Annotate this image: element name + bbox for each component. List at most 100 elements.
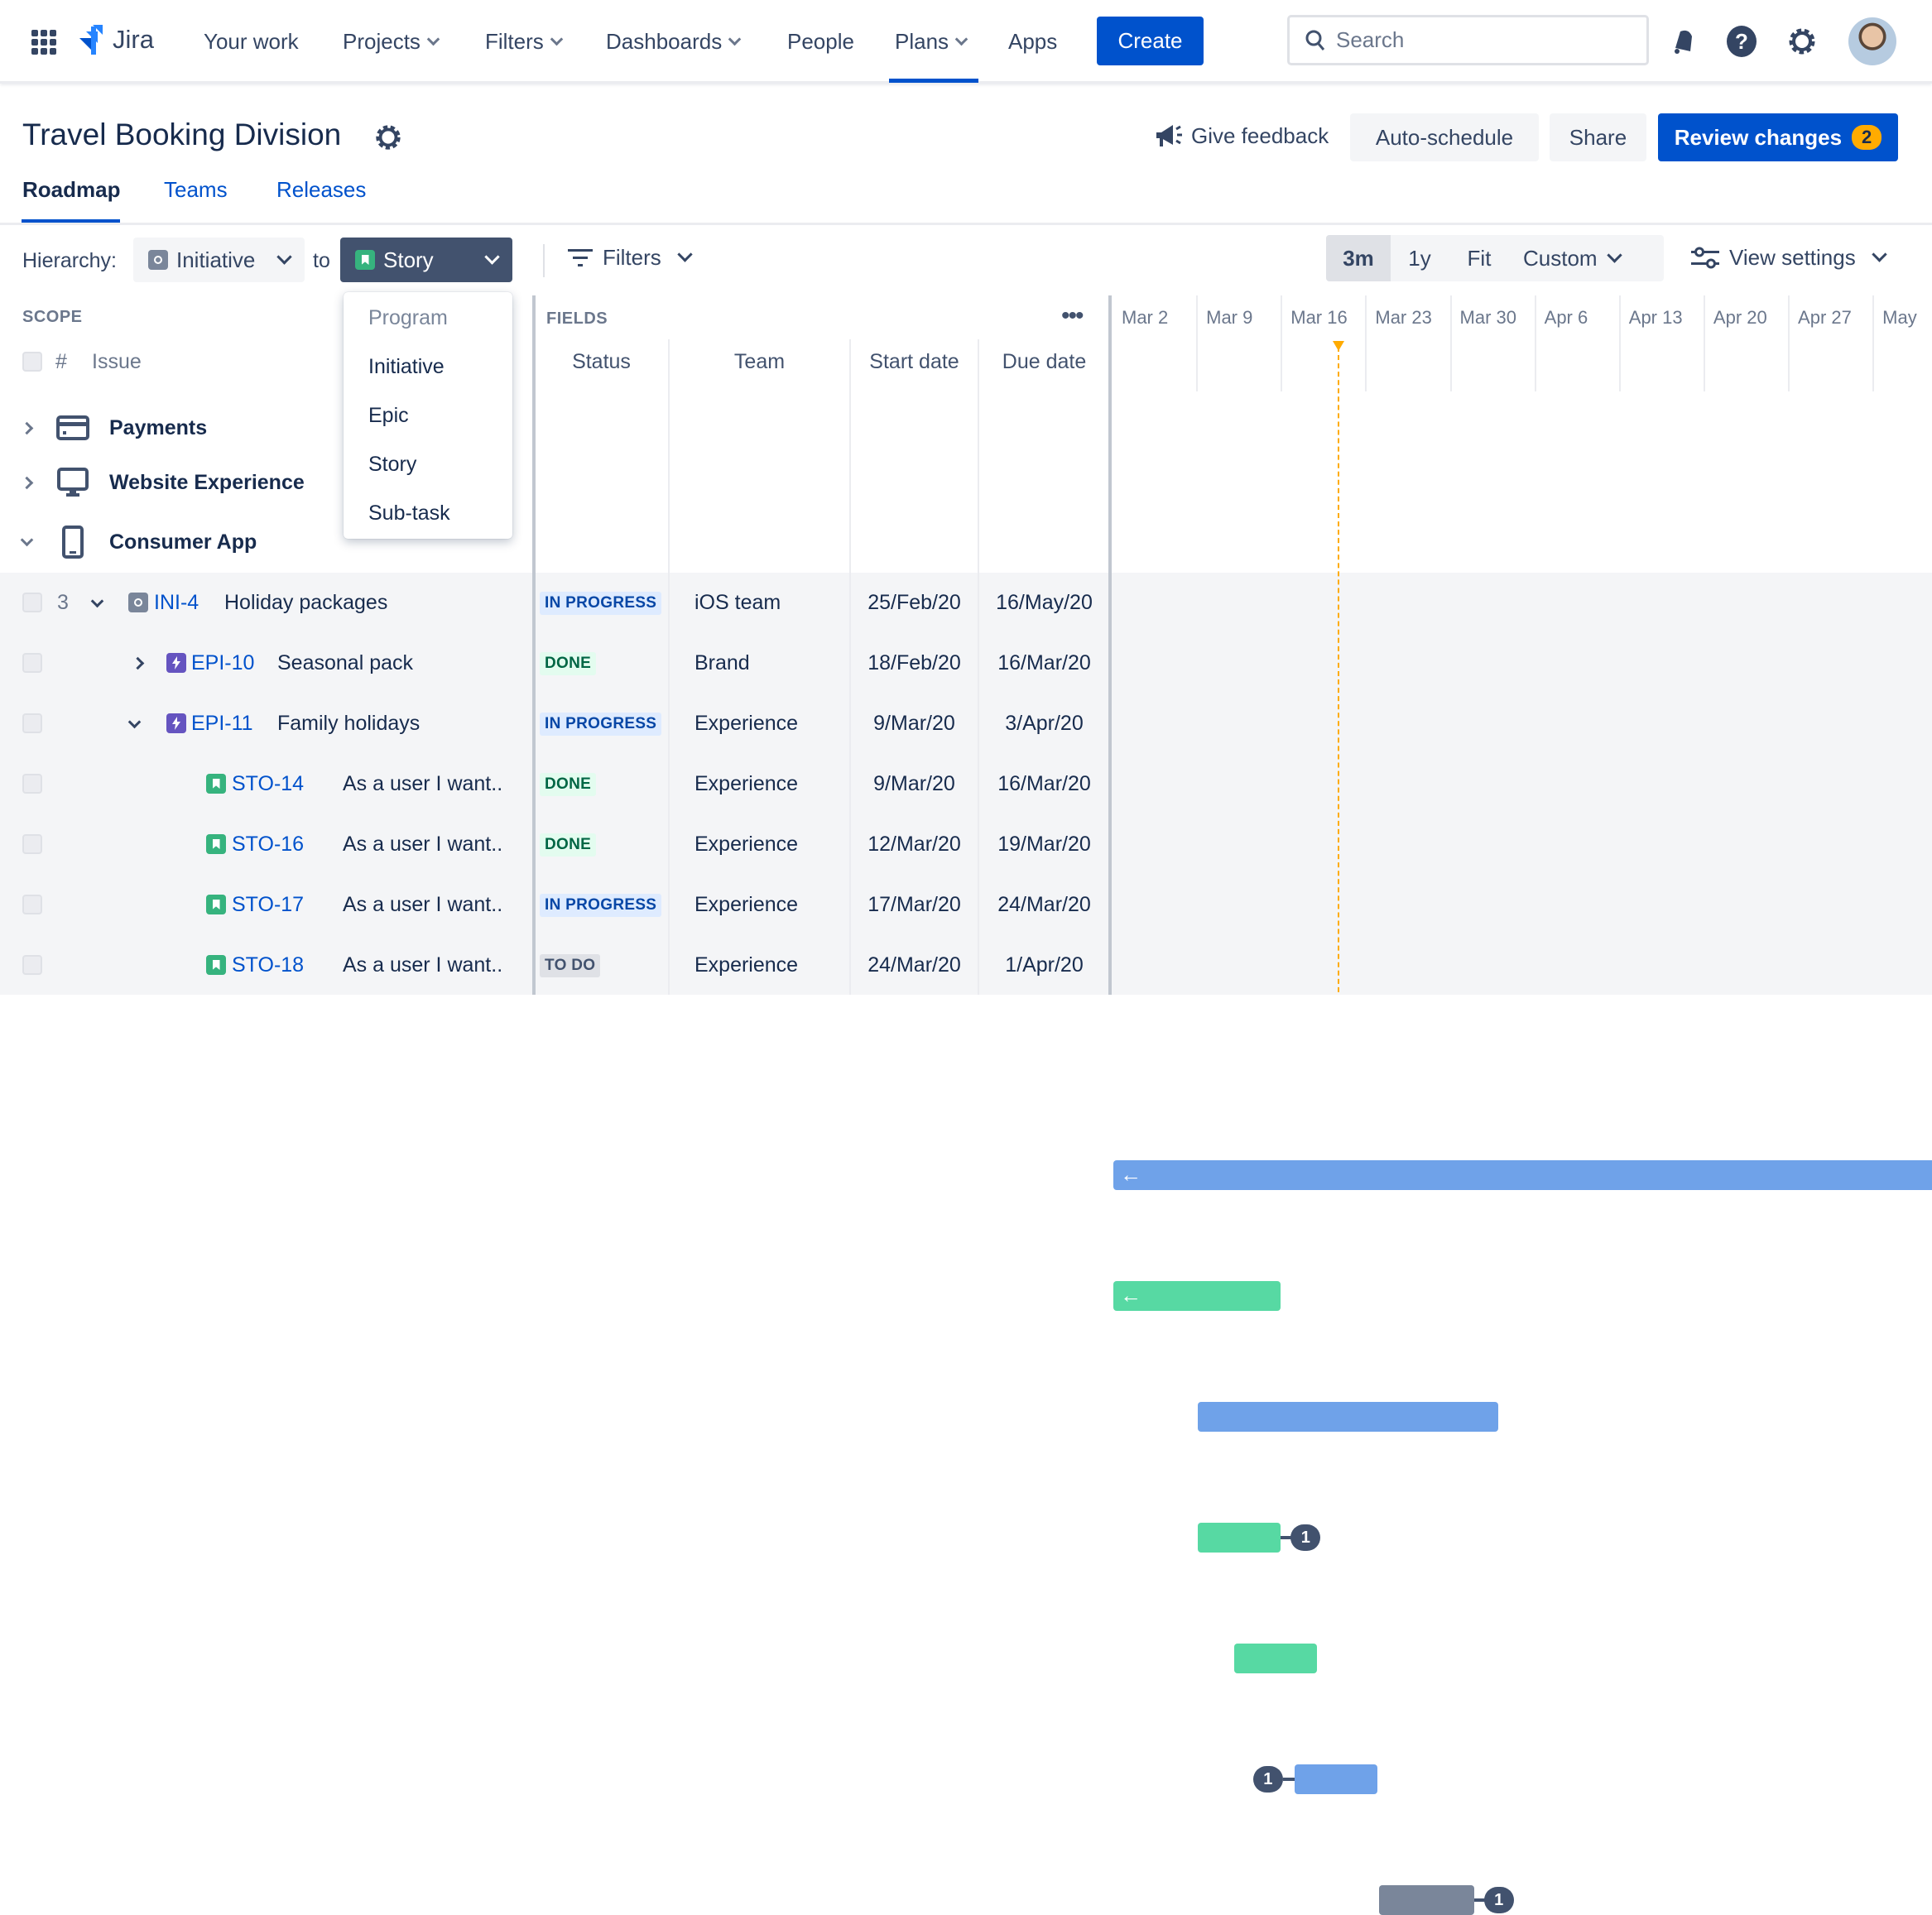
hierarchy-to-select[interactable]: Story <box>340 238 512 282</box>
tab-teams[interactable]: Teams <box>164 177 228 203</box>
filters-button[interactable]: Filters <box>568 245 693 271</box>
row-checkbox[interactable] <box>22 593 42 612</box>
table-row[interactable]: STO-16 As a user I want.. DONE Experience 12… <box>0 814 1932 1673</box>
issue-key-link[interactable]: EPI-10 <box>191 633 254 694</box>
tab-roadmap[interactable]: Roadmap <box>22 177 120 203</box>
dependency-badge[interactable]: 1 <box>1483 1887 1514 1913</box>
issue-column-header: Issue <box>92 350 142 373</box>
group-consumer-app[interactable]: Consumer App <box>20 526 257 559</box>
group-label: Payments <box>109 415 208 439</box>
dependency-badge[interactable]: 1 <box>1252 1766 1283 1793</box>
hierarchy-from-value: Initiative <box>176 247 256 272</box>
week-gridline <box>1196 295 1199 391</box>
chevron-right-icon[interactable] <box>131 656 145 670</box>
timeline-bar[interactable] <box>1233 1644 1318 1673</box>
help-icon[interactable]: ? <box>1726 25 1757 58</box>
issue-key-link[interactable]: STO-18 <box>232 935 304 996</box>
table-row[interactable]: STO-17 As a user I want.. IN PROGRESS Exper… <box>0 875 1932 1794</box>
issue-key-link[interactable]: STO-17 <box>232 875 304 935</box>
create-button[interactable]: Create <box>1097 17 1204 65</box>
timeline-bar[interactable]: ← <box>1113 1281 1281 1311</box>
avatar[interactable] <box>1848 17 1896 65</box>
start-date-cell: 24/Mar/20 <box>867 953 961 977</box>
jira-logo[interactable]: Jira <box>76 23 154 56</box>
row-checkbox[interactable] <box>22 774 42 794</box>
tab-releases[interactable]: Releases <box>276 177 366 203</box>
nav-label: Apps <box>1008 28 1058 54</box>
issue-key-link[interactable]: STO-16 <box>232 814 304 875</box>
search-input[interactable]: Search <box>1287 15 1649 65</box>
nav-people[interactable]: People <box>787 26 854 56</box>
week-label: Apr 6 <box>1544 307 1588 328</box>
group-payments[interactable]: Payments <box>20 411 208 444</box>
select-all-checkbox[interactable] <box>22 352 42 372</box>
timeline-bar[interactable] <box>1198 1402 1498 1432</box>
nav-apps[interactable]: Apps <box>1008 26 1057 56</box>
range-custom[interactable]: Custom <box>1523 246 1622 271</box>
plan-settings-icon[interactable] <box>373 122 403 153</box>
notifications-icon[interactable] <box>1669 26 1695 56</box>
svg-text:?: ? <box>1735 29 1748 54</box>
review-changes-button[interactable]: Review changes 2 <box>1658 113 1898 161</box>
menu-option-story[interactable]: Story <box>368 453 416 477</box>
nav-projects[interactable]: Projects <box>343 26 440 56</box>
dependency-badge[interactable]: 1 <box>1290 1524 1321 1551</box>
week-gridline <box>1449 295 1452 391</box>
table-row[interactable]: EPI-10 Seasonal pack DONE Brand 18/Feb/20 16/… <box>0 633 1932 1311</box>
week-label: Mar 2 <box>1122 307 1169 328</box>
chevron-down-icon[interactable] <box>127 715 142 729</box>
range-3m[interactable]: 3m <box>1326 235 1391 281</box>
hierarchy-label: Hierarchy: <box>22 249 117 272</box>
issue-summary: As a user I want.. <box>343 772 503 795</box>
row-checkbox[interactable] <box>22 895 42 914</box>
table-row[interactable]: STO-18 As a user I want.. TO DO Experience 2… <box>0 935 1932 1915</box>
hierarchy-from-select[interactable]: Initiative <box>133 238 305 282</box>
team-cell: Experience <box>694 953 799 977</box>
chevron-down-icon[interactable] <box>90 594 104 608</box>
timeline-bar[interactable] <box>1294 1764 1377 1794</box>
chevron-down-icon <box>484 248 500 265</box>
timeline-bar[interactable] <box>1198 1523 1281 1553</box>
range-1y[interactable]: 1y <box>1391 246 1449 271</box>
sliders-icon <box>1691 247 1719 268</box>
nav-label: Your work <box>204 28 299 54</box>
tabs-divider <box>0 223 1932 225</box>
row-checkbox[interactable] <box>22 955 42 975</box>
status-cell: IN PROGRESS <box>540 875 662 935</box>
top-nav: Jira Your work Projects Filters Dashboar… <box>0 0 1932 84</box>
nav-plans[interactable]: Plans <box>895 26 968 56</box>
auto-schedule-button[interactable]: Auto-schedule <box>1350 113 1539 161</box>
fields-more-icon[interactable]: ••• <box>1061 304 1084 329</box>
due-date-cell: 3/Apr/20 <box>1005 712 1084 735</box>
app-switcher-icon[interactable] <box>31 30 56 55</box>
group-website-experience[interactable]: Website Experience <box>20 466 305 499</box>
nav-your-work[interactable]: Your work <box>204 26 299 56</box>
table-row[interactable]: STO-14 As a user I want.. DONE Experience 9/… <box>0 754 1932 1553</box>
menu-option-epic[interactable]: Epic <box>368 404 409 428</box>
nav-active-indicator <box>889 79 978 83</box>
settings-icon[interactable] <box>1786 25 1818 58</box>
timeline-bar[interactable]: ← <box>1113 1160 1932 1190</box>
issue-key-link[interactable]: STO-14 <box>232 754 304 814</box>
issue-key-link[interactable]: EPI-11 <box>191 694 253 754</box>
share-button[interactable]: Share <box>1550 113 1646 161</box>
issue-key-link[interactable]: INI-4 <box>154 573 199 633</box>
menu-option-initiative[interactable]: Initiative <box>368 355 445 379</box>
row-checkbox[interactable] <box>22 653 42 673</box>
row-checkbox[interactable] <box>22 713 42 733</box>
menu-option-sub-task[interactable]: Sub-task <box>368 502 450 526</box>
nav-filters[interactable]: Filters <box>485 26 564 56</box>
issue-summary: Seasonal pack <box>277 651 414 674</box>
table-row[interactable]: 3 INI-4 Holiday packages IN PROGRESS iOS tea… <box>0 573 1932 1190</box>
give-feedback-button[interactable]: Give feedback <box>1155 122 1329 149</box>
timeline-bar[interactable] <box>1378 1885 1474 1915</box>
table-row[interactable]: EPI-11 Family holidays IN PROGRESS Experien… <box>0 694 1932 1432</box>
chevron-down-icon <box>954 32 968 46</box>
row-checkbox[interactable] <box>22 834 42 854</box>
range-fit[interactable]: Fit <box>1449 246 1510 271</box>
story-icon <box>206 955 226 975</box>
view-settings-button[interactable]: View settings <box>1691 245 1887 271</box>
status-lozenge: IN PROGRESS <box>540 591 662 615</box>
nav-dashboards[interactable]: Dashboards <box>606 26 742 56</box>
status-lozenge: IN PROGRESS <box>540 893 662 917</box>
